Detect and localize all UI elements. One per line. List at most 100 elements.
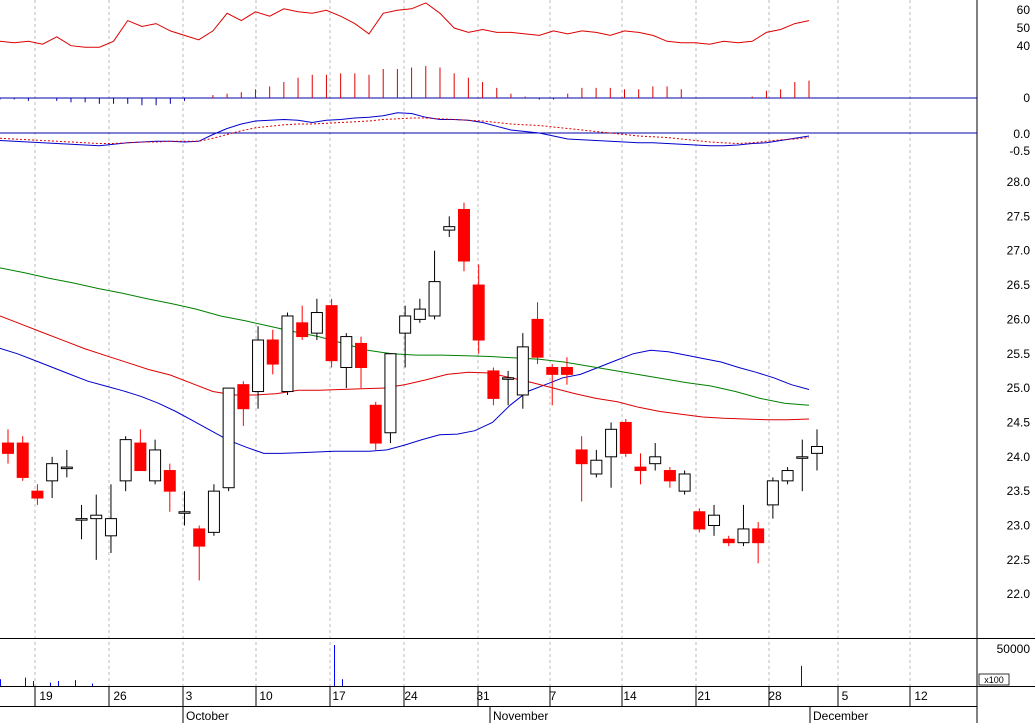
rsi-tick-label: 40 — [1017, 39, 1031, 53]
candle — [252, 326, 265, 409]
candle-body — [60, 466, 73, 470]
candle — [605, 422, 618, 488]
momentum-panel — [0, 66, 977, 106]
candle — [546, 364, 559, 406]
candle — [281, 312, 294, 395]
candle-body — [678, 473, 691, 492]
candle — [708, 504, 721, 536]
candle-body — [163, 470, 176, 492]
volume-tick-label: 50000 — [997, 642, 1031, 656]
day-tick-label: 17 — [332, 689, 346, 703]
candle-body — [737, 528, 750, 544]
candle — [649, 443, 662, 471]
candle — [428, 250, 441, 320]
candle — [693, 508, 706, 533]
candle-body — [693, 511, 706, 530]
candle — [60, 449, 73, 478]
candle — [384, 353, 397, 444]
month-label: October — [186, 709, 229, 723]
candle-body — [516, 346, 529, 396]
candle — [619, 419, 632, 457]
candle — [678, 470, 691, 495]
price-tick-label: 23.5 — [1007, 484, 1031, 498]
candle — [487, 367, 500, 406]
candle — [516, 333, 529, 409]
price-tick-label: 27.0 — [1007, 244, 1031, 258]
date-axis: 19 26 3 10 17 24 31 7 14 21 28 5 12October November De… — [34, 686, 928, 723]
candle-body — [355, 342, 368, 368]
candle — [90, 494, 103, 560]
price-tick-label: 22.5 — [1007, 553, 1031, 567]
macd-panel — [0, 112, 977, 147]
candle — [237, 381, 250, 426]
candle-body — [752, 528, 765, 544]
price-tick-label: 27.5 — [1007, 209, 1031, 223]
candle-body — [2, 442, 14, 454]
candle — [340, 333, 353, 389]
candle — [296, 305, 309, 341]
price-tick-label: 25.0 — [1007, 381, 1031, 395]
day-tick-label: 24 — [404, 689, 418, 703]
candle-body — [266, 339, 279, 365]
candle-body — [134, 442, 147, 472]
grid-lines — [34, 0, 911, 686]
candle-body — [16, 442, 29, 478]
momentum-tick-label: 0 — [1023, 91, 1030, 105]
price-tick-label: 28.0 — [1007, 175, 1031, 189]
y-axis-labels: 60 50 40 0 0.0 -0.5 28.0 27.5 27.0 26.5 26.0 25.5 25… — [978, 3, 1031, 686]
day-tick-label: 10 — [259, 689, 273, 703]
macd-tick-label: 0.0 — [1013, 127, 1030, 141]
moving-average-short — [0, 347, 810, 454]
price-tick-label: 24.5 — [1007, 415, 1031, 429]
candle — [752, 522, 765, 564]
candle-body — [575, 449, 588, 465]
candle-body — [663, 470, 676, 482]
macd-tick-label: -0.5 — [1009, 144, 1030, 158]
month-label: November — [493, 709, 548, 723]
candle-body — [590, 459, 603, 475]
candle — [355, 336, 368, 389]
candle — [31, 484, 44, 505]
price-tick-label: 23.0 — [1007, 519, 1031, 533]
candle — [722, 535, 735, 547]
candle-body — [811, 445, 823, 454]
candle-body — [31, 490, 44, 499]
candle-body — [502, 377, 515, 380]
day-tick-label: 12 — [914, 689, 928, 703]
candle — [266, 329, 279, 375]
candle — [399, 305, 412, 368]
candle-body — [149, 449, 162, 482]
day-tick-label: 21 — [697, 689, 711, 703]
candle-body — [634, 466, 647, 472]
candle-body — [193, 528, 206, 547]
price-tick-label: 26.0 — [1007, 312, 1031, 326]
candle-body — [796, 456, 809, 459]
candle — [46, 456, 59, 499]
day-tick-label: 28 — [768, 689, 782, 703]
candle-body — [46, 463, 59, 482]
day-tick-label: 19 — [39, 689, 53, 703]
day-tick-label: 5 — [842, 689, 849, 703]
candle-body — [781, 470, 794, 482]
candle — [119, 436, 132, 492]
volume-panel — [0, 645, 802, 686]
candle — [781, 467, 794, 485]
candle-body — [546, 366, 559, 375]
candle — [193, 525, 206, 581]
candle — [178, 491, 191, 526]
rsi-tick-label: 50 — [1017, 21, 1031, 35]
candle-body — [472, 284, 485, 341]
day-tick-label: 3 — [186, 689, 193, 703]
stock-chart: 19 26 3 10 17 24 31 7 14 21 28 5 12October November De… — [0, 0, 1035, 723]
candle — [413, 298, 426, 323]
price-tick-label: 25.5 — [1007, 347, 1031, 361]
candle-body — [75, 518, 88, 521]
candle-body — [207, 490, 220, 533]
candle — [590, 449, 603, 478]
candle-body — [384, 353, 397, 434]
candle-body — [222, 387, 235, 489]
candle-body — [252, 339, 265, 393]
candle-body — [119, 439, 132, 482]
candle — [737, 504, 750, 547]
candle — [369, 401, 382, 450]
